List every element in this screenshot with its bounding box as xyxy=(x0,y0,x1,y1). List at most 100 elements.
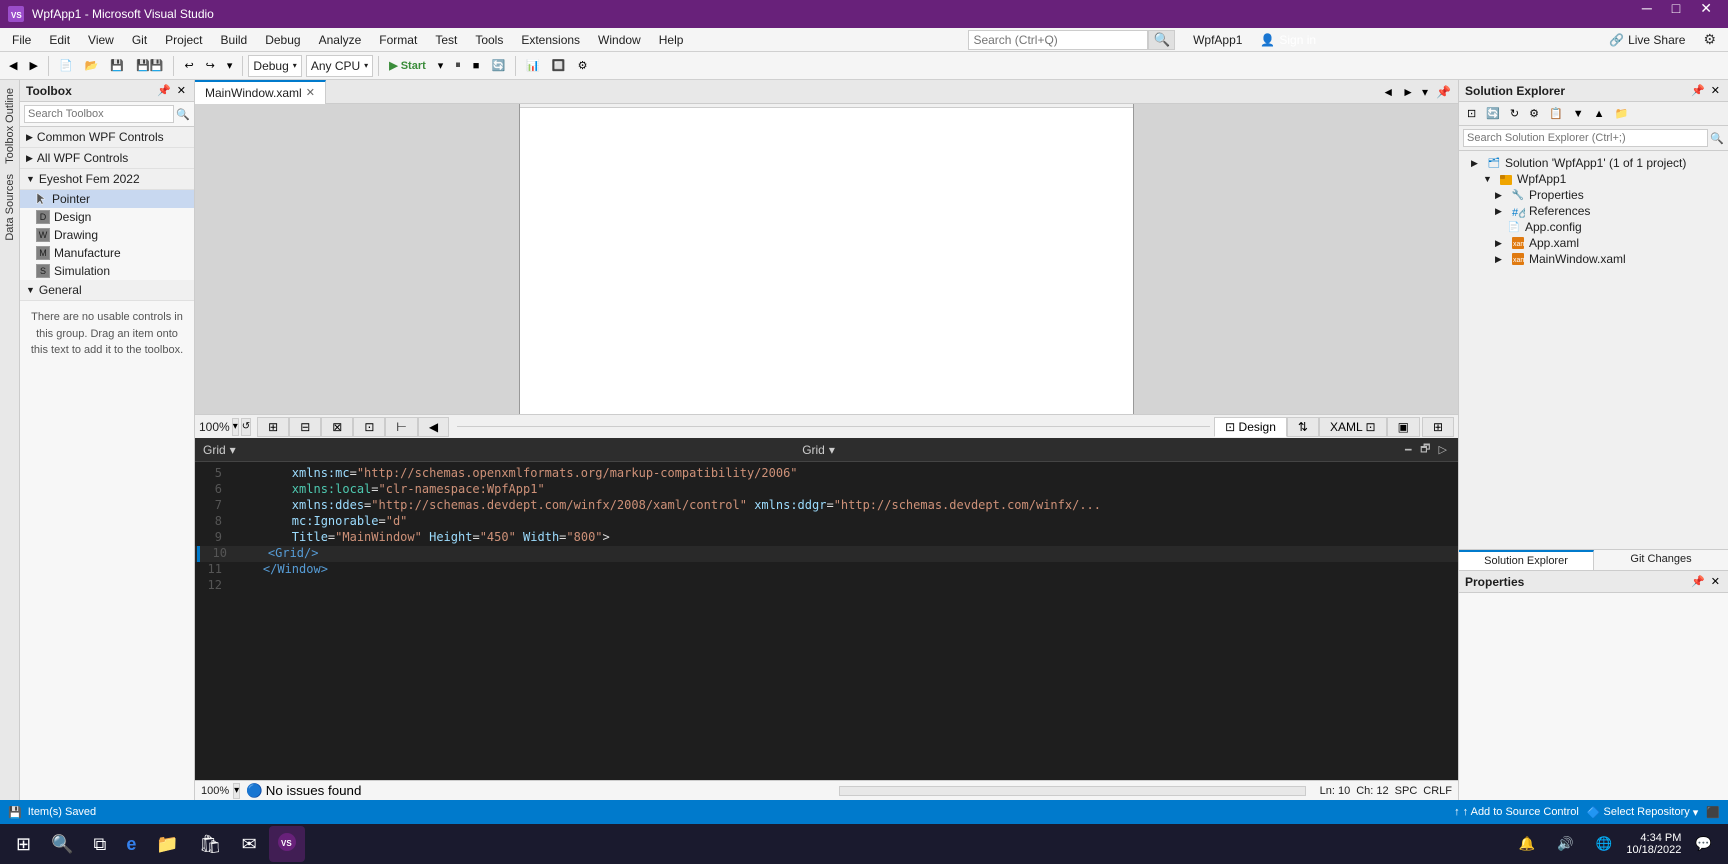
doc-tab-pin-button[interactable]: 📌 xyxy=(1433,85,1454,99)
fit-view-button[interactable]: ⊡ xyxy=(353,417,385,437)
save-all-button[interactable]: 💾💾 xyxy=(131,54,168,78)
undo-dropdown-button[interactable]: ▾ xyxy=(222,54,238,78)
menu-file[interactable]: File xyxy=(4,28,39,52)
se-tb-btn-7[interactable]: ▲ xyxy=(1590,106,1609,122)
toolbox-item-drawing[interactable]: W Drawing xyxy=(20,226,194,244)
code-editor[interactable]: 5 xmlns:mc="http://schemas.openxmlformat… xyxy=(195,462,1458,780)
snap-button[interactable]: ⊢ xyxy=(385,417,417,437)
store-button[interactable]: 🛍 xyxy=(191,826,230,862)
start-dropdown-button[interactable]: ▾ xyxy=(433,54,449,78)
toolbox-group-general-header[interactable]: ▼ General xyxy=(20,280,194,301)
menu-window[interactable]: Window xyxy=(590,28,649,52)
stop-button[interactable]: ■ xyxy=(468,54,485,78)
back-button[interactable]: ◀ xyxy=(4,54,22,78)
toolbox-pin-button[interactable]: 📌 xyxy=(155,84,173,97)
se-footer-tab-solution[interactable]: Solution Explorer xyxy=(1459,550,1594,570)
collapse-button[interactable]: ◀ xyxy=(418,417,449,437)
vs-taskbar-button[interactable]: VS xyxy=(269,826,305,862)
search-button[interactable]: 🔍 xyxy=(1148,30,1175,50)
open-button[interactable]: 📂 xyxy=(80,54,104,78)
taskbar-notification-icon[interactable]: 🔔 xyxy=(1511,826,1544,862)
columns-view-button[interactable]: ⊟ xyxy=(289,417,321,437)
taskbar-network-icon[interactable]: 🌐 xyxy=(1588,826,1621,862)
se-tb-btn-5[interactable]: 📋 xyxy=(1545,105,1567,122)
props-close-button[interactable]: ✕ xyxy=(1709,575,1722,588)
undo-button[interactable]: ↩ xyxy=(179,54,198,78)
se-tb-btn-1[interactable]: ⊡ xyxy=(1463,105,1480,122)
appxaml-expand-icon[interactable]: ▶ xyxy=(1495,238,1507,249)
maximize-button[interactable]: □ xyxy=(1664,0,1688,28)
menu-view[interactable]: View xyxy=(80,28,122,52)
mainwindow-expand-icon[interactable]: ▶ xyxy=(1495,254,1507,265)
edge-button[interactable]: e xyxy=(118,826,144,862)
toolbox-close-button[interactable]: ✕ xyxy=(175,84,188,97)
toolbar-misc-2[interactable]: 🔲 xyxy=(547,54,571,78)
editor-right-expand[interactable]: ▷ xyxy=(1436,440,1450,459)
taskbar-clock[interactable]: 4:34 PM 10/18/2022 xyxy=(1626,832,1681,856)
properties-expand-icon[interactable]: ▶ xyxy=(1495,190,1507,201)
rows-view-button[interactable]: ⊠ xyxy=(321,417,353,437)
menu-edit[interactable]: Edit xyxy=(41,28,78,52)
toolbox-outline-vtab[interactable]: Toolbox Outline xyxy=(2,84,18,168)
close-button[interactable]: ✕ xyxy=(1692,0,1720,28)
toolbox-group-common-wpf-header[interactable]: ▶ Common WPF Controls xyxy=(20,127,194,148)
editor-expand-btn[interactable]: 🗗 xyxy=(1417,440,1433,459)
toolbox-item-design[interactable]: D Design xyxy=(20,208,194,226)
references-expand-icon[interactable]: ▶ xyxy=(1495,206,1507,217)
xaml-tab-button[interactable]: XAML ⊡ xyxy=(1319,417,1387,437)
tree-item-solution[interactable]: ▶ 🗂 Solution 'WpfApp1' (1 of 1 project) xyxy=(1459,155,1728,171)
doc-tab-close-button[interactable]: ✕ xyxy=(306,86,315,99)
solution-expand-icon[interactable]: ▶ xyxy=(1471,158,1483,169)
tree-item-project[interactable]: ▼ WpfApp1 xyxy=(1459,171,1728,187)
taskbar-volume-icon[interactable]: 🔊 xyxy=(1549,826,1582,862)
editor-layout-btn-2[interactable]: ⊞ xyxy=(1422,417,1454,437)
design-tab-button[interactable]: ⊡ Design xyxy=(1214,417,1287,437)
toolbox-search-input[interactable] xyxy=(24,105,174,123)
toolbar-misc-3[interactable]: ⚙ xyxy=(573,54,593,78)
grid-view-button[interactable]: ⊞ xyxy=(257,417,289,437)
menu-build[interactable]: Build xyxy=(213,28,256,52)
forward-button[interactable]: ▶ xyxy=(24,54,42,78)
editor-file-dropdown[interactable]: Grid ▾ xyxy=(203,443,236,457)
menu-settings-button[interactable]: ⚙ xyxy=(1695,26,1724,54)
se-tb-btn-8[interactable]: 📁 xyxy=(1611,105,1633,122)
menu-format[interactable]: Format xyxy=(371,28,425,52)
explorer-button[interactable]: 📁 xyxy=(148,826,186,862)
tree-item-properties[interactable]: ▶ 🔧 Properties xyxy=(1459,187,1728,203)
se-tb-btn-3[interactable]: ↻ xyxy=(1506,105,1523,122)
props-pin-button[interactable]: 📌 xyxy=(1689,575,1707,588)
zoom-dropdown-button[interactable]: ▾ xyxy=(232,418,239,436)
mail-button[interactable]: ✉ xyxy=(234,826,265,862)
minimize-button[interactable]: ─ xyxy=(1634,0,1660,28)
platform-dropdown[interactable]: Any CPU ▾ xyxy=(306,55,373,77)
zoom-percent-dropdown[interactable]: ▾ xyxy=(233,783,240,799)
task-view-button[interactable]: ⧉ xyxy=(86,826,115,862)
menu-extensions[interactable]: Extensions xyxy=(513,28,588,52)
menu-test[interactable]: Test xyxy=(427,28,465,52)
toolbox-group-eyeshot-header[interactable]: ▼ Eyeshot Fem 2022 xyxy=(20,169,194,190)
editor-layout-btn-1[interactable]: ▣ xyxy=(1387,417,1420,437)
restart-button[interactable]: 🔄 xyxy=(486,54,510,78)
tree-item-mainwindow[interactable]: ▶ xaml MainWindow.xaml xyxy=(1459,251,1728,267)
start-button[interactable]: ⊞ xyxy=(8,826,39,862)
live-share-button[interactable]: 🔗 Live Share xyxy=(1601,31,1693,49)
menu-git[interactable]: Git xyxy=(124,28,155,52)
save-button[interactable]: 💾 xyxy=(105,54,129,78)
tree-item-appxaml[interactable]: ▶ xaml App.xaml xyxy=(1459,235,1728,251)
se-tb-btn-2[interactable]: 🔄 xyxy=(1482,105,1504,122)
se-tb-btn-4[interactable]: ⚙ xyxy=(1525,105,1543,122)
toolbox-item-manufacture[interactable]: M Manufacture xyxy=(20,244,194,262)
se-tb-btn-6[interactable]: ▼ xyxy=(1569,106,1588,122)
se-close-button[interactable]: ✕ xyxy=(1709,84,1722,97)
doc-tab-menu-button[interactable]: ▾ xyxy=(1419,85,1431,99)
menu-help[interactable]: Help xyxy=(651,28,692,52)
debug-config-dropdown[interactable]: Debug ▾ xyxy=(248,55,301,77)
select-repository-button[interactable]: Select Repository xyxy=(1604,806,1690,818)
pause-button[interactable]: ⏸ xyxy=(450,54,466,78)
se-footer-tab-git[interactable]: Git Changes xyxy=(1594,550,1728,570)
se-search-input[interactable] xyxy=(1463,129,1708,147)
menu-analyze[interactable]: Analyze xyxy=(311,28,370,52)
no-issues-button[interactable]: 🔵 No issues found xyxy=(246,783,361,799)
toolbox-item-simulation[interactable]: S Simulation xyxy=(20,262,194,280)
toolbox-group-all-wpf-header[interactable]: ▶ All WPF Controls xyxy=(20,148,194,169)
